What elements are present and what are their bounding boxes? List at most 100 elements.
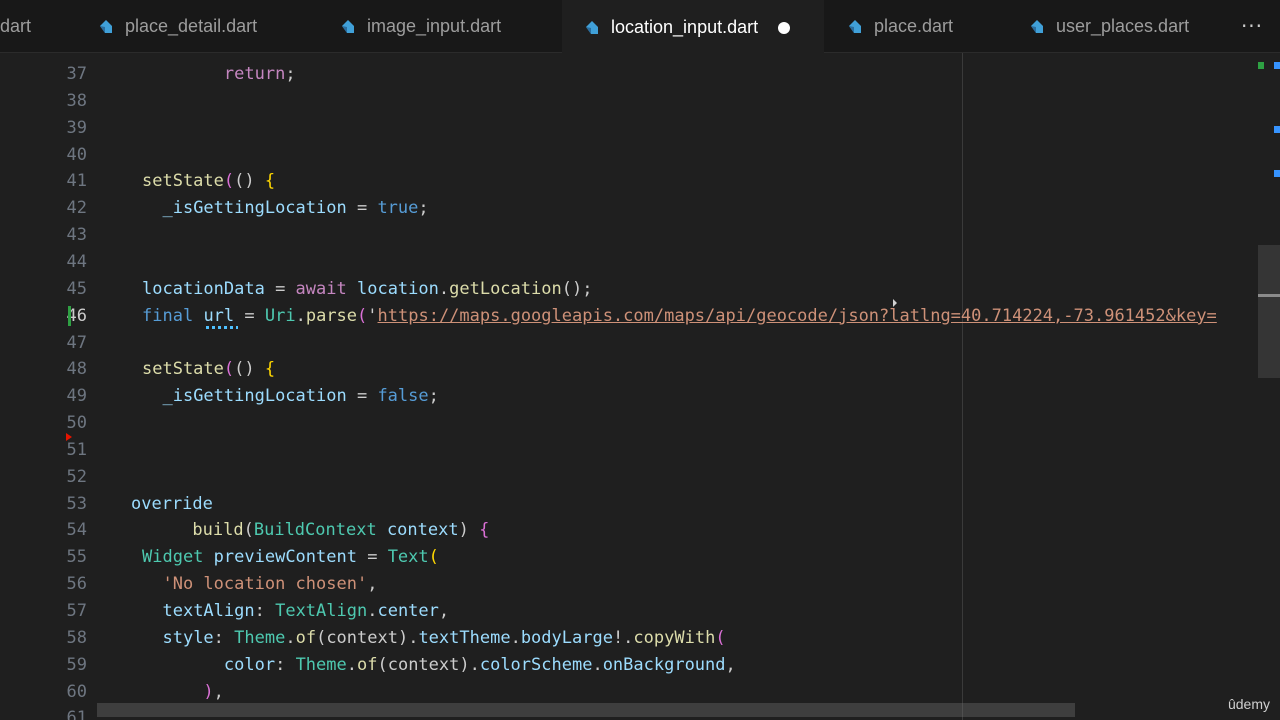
vertical-scrollbar[interactable] <box>1258 53 1280 720</box>
code-token: colorScheme <box>479 654 593 675</box>
code-line[interactable]: 37 return; <box>0 61 1280 88</box>
unsaved-changes-dot[interactable] <box>778 21 791 34</box>
code-text: style: Theme.of(context).textTheme.bodyL… <box>142 625 725 652</box>
code-line[interactable]: 44 <box>0 249 1280 276</box>
code-line[interactable]: 55 Widget previewContent = Text( <box>0 544 1280 571</box>
code-line[interactable]: 43 <box>0 222 1280 249</box>
dart-icon <box>849 19 861 33</box>
code-line[interactable]: 58 style: Theme.of(context).textTheme.bo… <box>0 625 1280 652</box>
code-line[interactable]: 41 setState(() { <box>0 168 1280 195</box>
tab-user-places[interactable]: user_places.dart <box>1006 0 1220 53</box>
code-token: ( <box>428 547 439 568</box>
code-line[interactable]: 50 <box>0 410 1280 437</box>
code-text: ), <box>142 679 224 706</box>
code-text: build(BuildContext context) { <box>131 517 489 544</box>
code-line[interactable]: 42 _isGettingLocation = true; <box>0 195 1280 222</box>
overview-ruler-mark <box>1274 62 1280 69</box>
code-editor[interactable]: 37 return; 38 39 40 41 setState(() {42 _isGet… <box>0 53 1280 720</box>
modified-line-marker[interactable] <box>68 305 71 326</box>
code-line[interactable]: 56 'No location chosen', <box>0 571 1280 598</box>
code-token: { <box>264 359 276 380</box>
breakpoint-icon[interactable] <box>66 433 72 441</box>
tab-label: location_input.dart <box>611 17 759 37</box>
code-token: !. <box>612 627 634 648</box>
code-token: color <box>223 654 276 675</box>
code-token: { <box>264 171 276 192</box>
code-token: Uri <box>264 305 296 326</box>
tab-location-input[interactable]: location_input.dart <box>562 0 824 53</box>
code-token: (); <box>561 278 593 299</box>
code-token: of <box>295 627 317 648</box>
line-number: 37 <box>66 64 87 84</box>
line-number: 43 <box>66 225 87 246</box>
code-line[interactable]: 60 ), <box>0 679 1280 706</box>
code-token: ( <box>357 305 368 326</box>
tab-dart[interactable]: dart <box>0 0 72 53</box>
code-line[interactable]: 54 build(BuildContext context) { <box>0 517 1280 544</box>
code-token: context <box>386 520 459 541</box>
tab-place-detail[interactable]: place_detail.dart <box>72 0 317 53</box>
line-number: 58 <box>66 627 87 648</box>
code-text: 'No location chosen', <box>142 571 377 598</box>
code-token: of <box>357 654 378 675</box>
tab-label: place.dart <box>874 16 954 36</box>
code-line[interactable]: 57 textAlign: TextAlign.center, <box>0 598 1280 625</box>
code-text: _isGettingLocation = false; <box>142 383 438 410</box>
code-token: _isGettingLocation <box>162 386 347 407</box>
tab-label: user_places.dart <box>1056 16 1190 36</box>
code-token: _isGettingLocation <box>162 198 347 219</box>
more-actions-button[interactable]: ··· <box>1238 12 1266 40</box>
line-number: 45 <box>66 278 87 299</box>
line-number: 47 <box>66 332 87 353</box>
line-number: 61 <box>66 708 87 720</box>
code-line[interactable]: 51 <box>0 437 1280 464</box>
code-token: , <box>725 654 736 675</box>
code-token: = <box>356 547 388 568</box>
code-line[interactable]: 38 <box>0 88 1280 115</box>
code-line[interactable]: 40 <box>0 142 1280 169</box>
code-line[interactable]: 49 _isGettingLocation = false; <box>0 383 1280 410</box>
code-line[interactable]: 59 color: Theme.of(context).colorScheme.… <box>0 652 1280 679</box>
tab-label: place_detail.dart <box>125 16 258 36</box>
line-number: 51 <box>66 439 87 460</box>
code-line[interactable]: 48 setState(() { <box>0 356 1280 383</box>
code-line[interactable]: 45 locationData = await location.getLocat… <box>0 276 1280 303</box>
code-token: . <box>367 601 378 621</box>
line-number: 57 <box>66 601 87 621</box>
code-line[interactable]: 53 override <box>0 491 1280 518</box>
code-line[interactable]: 52 <box>0 464 1280 491</box>
code-line[interactable]: 47 <box>0 330 1280 357</box>
code-token: true <box>377 198 419 219</box>
code-text: textAlign: TextAlign.center, <box>142 598 449 625</box>
code-line[interactable]: 39 <box>0 115 1280 142</box>
line-number: 41 <box>66 171 87 192</box>
code-token: ( <box>223 171 235 192</box>
code-token: : <box>213 627 235 648</box>
code-token: . <box>346 654 357 675</box>
code-token: center <box>377 601 439 621</box>
line-number: 46 <box>66 305 87 326</box>
overview-ruler-mark <box>1258 62 1264 69</box>
code-token: = <box>346 386 378 407</box>
code-line[interactable]: 46 final url = Uri.parse('https://maps.go… <box>0 303 1280 330</box>
line-number: 60 <box>66 681 87 702</box>
udemy-watermark: ûdemy <box>1227 696 1270 712</box>
vertical-scrollbar-thumb[interactable] <box>1258 245 1280 378</box>
code-token: (context). <box>316 627 419 648</box>
code-token: () <box>234 171 265 192</box>
code-token: , <box>367 574 378 595</box>
code-token: final <box>142 305 194 326</box>
dart-icon <box>586 20 598 34</box>
horizontal-scrollbar-thumb[interactable] <box>97 703 1075 717</box>
code-text: _isGettingLocation = true; <box>142 195 429 222</box>
code-token: ) <box>203 681 214 702</box>
code-token: ; <box>418 198 429 219</box>
more-icon: ··· <box>1240 14 1264 38</box>
tab-image-input[interactable]: image_input.dart <box>317 0 562 53</box>
tab-place[interactable]: place.dart <box>824 0 1006 53</box>
